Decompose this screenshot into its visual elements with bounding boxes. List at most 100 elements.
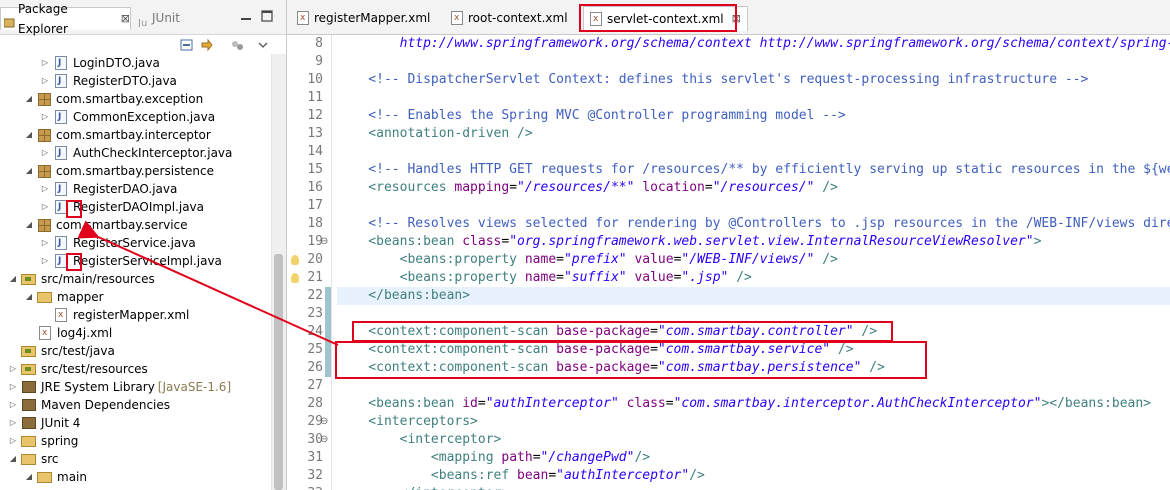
tree-scrollbar[interactable] (271, 54, 286, 490)
collapsed-chevron-icon[interactable]: ▷ (40, 180, 50, 198)
collapsed-chevron-icon[interactable]: ▷ (40, 144, 50, 162)
tree-item[interactable]: ▷ LoginDTO.java (40, 54, 160, 72)
tree-item-label: registerMapper.xml (73, 308, 190, 322)
tab-package-explorer[interactable]: Package Explorer ⊠ (0, 2, 131, 36)
tree-scrollbar-thumb[interactable] (274, 254, 283, 490)
tree-item-label: com.smartbay.exception (56, 92, 204, 106)
collapsed-chevron-icon[interactable]: ▷ (8, 414, 18, 432)
expanded-chevron-icon[interactable]: ◢ (24, 126, 34, 144)
tree-item[interactable]: ▷ JRE System Library [JavaSE-1.6] (8, 378, 231, 396)
code-line[interactable]: <beans:bean class="org.springframework.w… (337, 233, 1041, 251)
code-line[interactable]: <!-- Enables the Spring MVC @Controller … (337, 107, 845, 125)
tree-item[interactable]: ▷ RegisterServiceImpl.java (40, 252, 222, 270)
collapsed-chevron-icon[interactable]: ▷ (40, 198, 50, 216)
link-with-editor-icon[interactable] (200, 38, 214, 52)
tree-item[interactable]: ◢ src/main/resources (8, 270, 155, 288)
expanded-chevron-icon[interactable]: ◢ (24, 216, 34, 234)
code-line[interactable]: http://www.springframework.org/schema/co… (337, 35, 1170, 53)
close-icon[interactable]: ⊠ (121, 9, 130, 29)
tree-item[interactable]: ◢ src (8, 450, 59, 468)
line-number: 31 (307, 450, 323, 465)
maximize-icon[interactable] (261, 10, 273, 25)
line-number: 26 (307, 360, 323, 375)
code-token: class (462, 234, 502, 249)
code-line[interactable]: <!-- Handles HTTP GET requests for /reso… (337, 161, 1170, 179)
collapsed-chevron-icon[interactable]: ▷ (40, 252, 50, 270)
code-line[interactable]: <resources mapping="/resources/**" locat… (337, 179, 838, 197)
code-line[interactable]: <beans:ref bean="authInterceptor"/> (337, 467, 705, 485)
code-line[interactable]: <beans:property name="suffix" value=".js… (337, 269, 752, 287)
tree-item[interactable]: ▷ RegisterDAOImpl.java (40, 198, 204, 216)
code-line[interactable]: <context:component-scan base-package="co… (337, 341, 853, 359)
collapsed-chevron-icon[interactable]: ▷ (40, 54, 50, 72)
collapsed-chevron-icon[interactable]: ▷ (8, 360, 18, 378)
tree-item[interactable]: ▷ spring (8, 432, 78, 450)
tree-item[interactable]: ▷ RegisterDTO.java (40, 72, 177, 90)
code-line[interactable]: <beans:bean id="authInterceptor" class="… (337, 395, 1151, 413)
code-line[interactable]: <!-- DispatcherServlet Context: defines … (337, 71, 1088, 89)
expanded-chevron-icon[interactable]: ◢ (8, 450, 18, 468)
code-line[interactable]: <annotation-driven /> (337, 125, 532, 143)
collapsed-chevron-icon[interactable]: ▷ (8, 396, 18, 414)
code-token: http://www.springframework.org/schema/co… (399, 36, 1170, 51)
code-token: <!-- DispatcherServlet Context: defines … (337, 72, 1089, 87)
collapse-all-icon[interactable] (180, 38, 194, 52)
code-line[interactable]: <!-- Resolves views selected for renderi… (337, 215, 1170, 233)
tree-item[interactable]: ◢ mapper (24, 288, 104, 306)
tree-item[interactable]: ◢ com.smartbay.persistence (24, 162, 214, 180)
tree-item[interactable]: ▷ RegisterDAO.java (40, 180, 177, 198)
collapsed-chevron-icon[interactable]: ▷ (40, 72, 50, 90)
collapsed-chevron-icon[interactable]: ▷ (40, 234, 50, 252)
tree-item[interactable]: ▷ AuthCheckInterceptor.java (40, 144, 232, 162)
expanded-chevron-icon[interactable]: ◢ (24, 162, 34, 180)
code-token: "prefix" (563, 252, 627, 267)
tree-item[interactable]: ▷ src/test/resources (8, 360, 148, 378)
code-line[interactable]: <mapping path="/changePwd"/> (337, 449, 650, 467)
minimize-icon[interactable] (240, 10, 252, 25)
expanded-chevron-icon[interactable]: ◢ (24, 288, 34, 306)
spelling-warning-icon[interactable] (291, 255, 299, 265)
code-line[interactable]: <context:component-scan base-package="co… (337, 323, 877, 341)
code-token: "com.smartbay.service" (657, 342, 831, 357)
tree-item[interactable]: log4j.xml (24, 324, 112, 342)
expanded-chevron-icon[interactable]: ◢ (8, 270, 18, 288)
tree-item[interactable]: src/test/java (8, 342, 115, 360)
code-token: <beans:bean (337, 396, 463, 411)
tree-item-label: com.smartbay.interceptor (56, 128, 211, 142)
code-line[interactable]: <context:component-scan base-package="co… (337, 359, 885, 377)
code-token: <beans:property (337, 252, 525, 267)
package-icon (38, 218, 51, 232)
tree-item[interactable]: ◢ com.smartbay.exception (24, 90, 203, 108)
code-line[interactable]: <beans:property name="prefix" value="/WE… (337, 251, 838, 269)
tree-item[interactable]: ▷ JUnit 4 (8, 414, 81, 432)
tab-register-mapper[interactable]: registerMapper.xml (297, 8, 430, 28)
code-area[interactable]: http://www.springframework.org/schema/co… (337, 35, 1170, 490)
tree-item[interactable]: registerMapper.xml (40, 306, 189, 324)
code-line[interactable]: </beans:bean> (337, 287, 1170, 305)
fold-toggle-icon[interactable]: ⊖ (320, 233, 328, 251)
code-line[interactable]: <interceptor> (337, 431, 502, 449)
view-menu-chevron-icon[interactable] (256, 38, 270, 52)
expanded-chevron-icon[interactable]: ◢ (24, 90, 34, 108)
collapsed-chevron-icon[interactable]: ▷ (8, 432, 18, 450)
collapsed-chevron-icon[interactable]: ▷ (8, 378, 18, 396)
tree-item[interactable]: ◢ com.smartbay.interceptor (24, 126, 211, 144)
code-line[interactable]: <interceptors> (337, 413, 478, 431)
tab-junit[interactable]: Ju JUnit (137, 8, 180, 29)
expanded-chevron-icon[interactable]: ◢ (24, 468, 34, 486)
tree-item[interactable]: ◢ com.smartbay.service (24, 216, 188, 234)
spelling-warning-icon[interactable] (291, 273, 299, 283)
xml-file-icon (451, 8, 463, 28)
collapsed-chevron-icon[interactable]: ▷ (40, 108, 50, 126)
view-menu-options-icon[interactable] (230, 38, 244, 52)
tree-item[interactable]: ▷ RegisterService.java (40, 234, 196, 252)
tree-item[interactable]: ▷ CommonException.java (40, 108, 215, 126)
tab-servlet-context[interactable]: servlet-context.xml ⊠ (583, 6, 748, 31)
close-icon[interactable]: ⊠ (732, 9, 741, 29)
tab-root-context[interactable]: root-context.xml (451, 8, 568, 28)
tree-item[interactable]: ◢ main (24, 468, 87, 486)
fold-toggle-icon[interactable]: ⊖ (320, 413, 328, 431)
fold-toggle-icon[interactable]: ⊖ (320, 431, 328, 449)
code-line[interactable]: </interceptor> (337, 485, 510, 490)
tree-item[interactable]: ▷ Maven Dependencies (8, 396, 170, 414)
